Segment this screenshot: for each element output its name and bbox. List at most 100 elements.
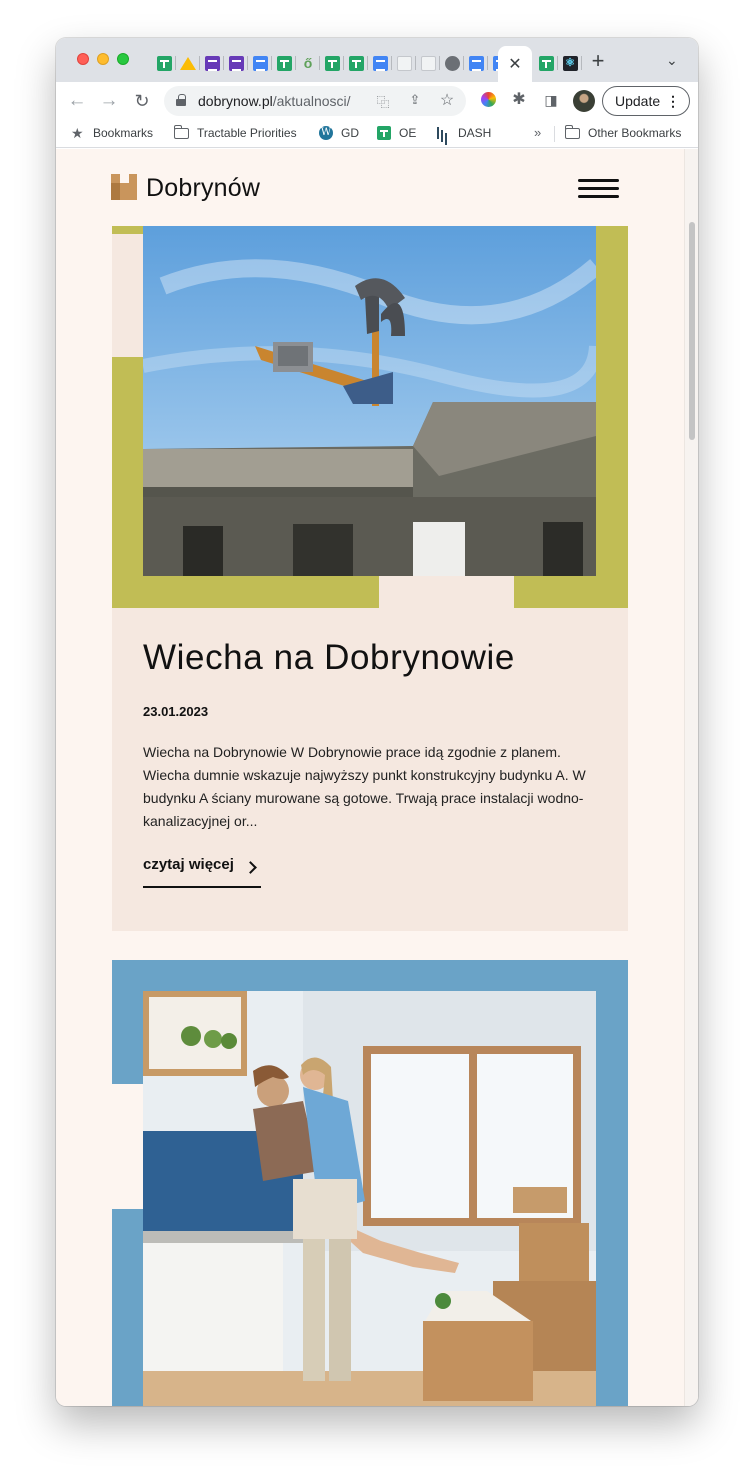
tab[interactable] [224, 52, 248, 74]
menu-dots-icon[interactable]: ⋮ [666, 87, 680, 115]
forms-icon [204, 55, 220, 71]
extensions-puzzle-icon[interactable]: ✱ [510, 91, 528, 109]
leaf-icon: ő [303, 55, 313, 71]
article-date: 23.01.2023 [143, 704, 209, 719]
read-more-label: czytaj więcej [143, 856, 234, 873]
couple-moving-illustration [143, 991, 596, 1406]
bookmark-label: Bookmarks [93, 126, 154, 140]
zoom-window-button[interactable] [117, 53, 129, 65]
page-viewport: Dobrynów Wiecha na Dobrynowie 23.01.2023… [56, 149, 698, 1406]
tab[interactable] [440, 52, 464, 74]
bookmark-label: Tractable Priorities [197, 126, 297, 140]
construction-crane-illustration [143, 226, 596, 576]
bookmarks-overflow-button[interactable]: » [534, 125, 541, 140]
read-more-link[interactable]: czytaj więcej [143, 856, 261, 888]
update-label: Update [615, 93, 661, 109]
sheets-icon [324, 55, 340, 71]
tab[interactable] [534, 52, 558, 74]
back-button[interactable]: ← [65, 89, 89, 113]
docs-icon [468, 55, 484, 71]
tab[interactable]: ő [296, 52, 320, 74]
sheets-icon [276, 55, 292, 71]
bookmark-item[interactable]: Tractable Priorities [174, 125, 297, 140]
tab-search-button[interactable]: ⌄ [666, 52, 678, 69]
tab[interactable]: ⚛ [558, 52, 582, 74]
bookmark-label: OE [399, 126, 417, 140]
drive-icon [180, 56, 196, 70]
translate-icon[interactable]: ⿻ [374, 92, 392, 111]
hamburger-menu-icon[interactable] [578, 179, 619, 199]
divider [554, 126, 555, 142]
folder-icon [174, 125, 189, 139]
globe-icon [444, 55, 460, 71]
bookmark-label: DASH [458, 126, 492, 140]
bookmark-label: Other Bookmarks [588, 126, 682, 140]
tab[interactable] [320, 52, 344, 74]
react-icon: ⚛ [562, 55, 578, 71]
docs-icon [372, 55, 388, 71]
other-bookmarks[interactable]: Other Bookmarks [565, 125, 682, 140]
tab[interactable] [368, 52, 392, 74]
minimize-window-button[interactable] [97, 53, 109, 65]
profile-avatar[interactable] [573, 90, 595, 112]
folder-icon [565, 125, 580, 139]
article-excerpt: Wiecha na Dobrynowie W Dobrynowie prace … [143, 744, 586, 829]
bookmark-star-icon[interactable]: ☆ [438, 90, 456, 110]
tab[interactable] [200, 52, 224, 74]
tab[interactable] [272, 52, 296, 74]
couple-moving-photo[interactable] [143, 991, 596, 1406]
sheets-icon [156, 55, 172, 71]
logo-icon[interactable] [111, 174, 137, 200]
bookmark-item[interactable]: ★ Bookmarks [71, 126, 153, 140]
article-card: Wiecha na Dobrynowie 23.01.2023 Wiecha n… [112, 226, 628, 931]
logo-text[interactable]: Dobrynów [146, 174, 260, 203]
site-header: Dobrynów [56, 149, 684, 227]
lock-icon [176, 94, 186, 106]
construction-crane-photo[interactable] [143, 226, 596, 576]
sheets-icon [377, 126, 391, 140]
tab[interactable] [152, 52, 176, 74]
wordpress-icon: W [319, 126, 333, 140]
color-picker-extension-icon[interactable] [481, 92, 496, 107]
scrollbar-thumb[interactable] [689, 222, 695, 440]
tab[interactable] [464, 52, 488, 74]
bookmarks-bar: ★ Bookmarks Tractable Priorities W GD OE… [56, 120, 698, 148]
update-button[interactable]: Update ⋮ [602, 86, 690, 116]
tab[interactable] [248, 52, 272, 74]
bookmark-item[interactable]: OE [377, 126, 416, 140]
tab[interactable] [416, 52, 440, 74]
file-icon [396, 55, 412, 71]
share-icon[interactable]: ⇪ [406, 92, 424, 108]
tab-strip: ő ✕ ⚛ + ⌄ [56, 38, 698, 82]
close-window-button[interactable] [77, 53, 89, 65]
page-scrollbar[interactable] [684, 149, 698, 1406]
tab-list-end: ⚛ [534, 52, 582, 74]
bookmark-item[interactable]: W GD [319, 126, 359, 140]
forward-button[interactable]: → [97, 89, 121, 113]
article-card [112, 960, 628, 1406]
chevron-right-icon [244, 861, 257, 874]
article-title[interactable]: Wiecha na Dobrynowie [143, 638, 515, 678]
dash-icon [436, 126, 450, 140]
forms-icon [228, 55, 244, 71]
address-bar[interactable]: dobrynow.pl/aktualnosci/ ⿻ ⇪ ☆ [164, 86, 466, 116]
bookmark-item[interactable]: DASH [436, 126, 491, 140]
reload-button[interactable]: ↻ [130, 89, 154, 113]
tab[interactable] [392, 52, 416, 74]
url-domain: dobrynow.pl [198, 93, 273, 109]
file-icon [420, 55, 436, 71]
tab-list: ő [152, 52, 512, 74]
tab[interactable] [176, 52, 200, 74]
side-panel-icon[interactable]: ◨ [542, 91, 560, 109]
url-path: /aktualnosci/ [272, 93, 351, 109]
sheets-icon [348, 55, 364, 71]
url-text: dobrynow.pl/aktualnosci/ [198, 93, 351, 109]
bookmark-label: GD [341, 126, 359, 140]
browser-window: ő ✕ ⚛ + ⌄ ← → ↻ dobrynow.pl/aktualnosci/… [56, 38, 698, 1406]
tab[interactable] [344, 52, 368, 74]
close-tab-icon[interactable]: ✕ [508, 54, 521, 74]
sheets-icon [538, 55, 554, 71]
decorative-block [112, 234, 143, 357]
tab-active[interactable]: ✕ [498, 46, 532, 82]
new-tab-button[interactable]: + [586, 50, 610, 72]
